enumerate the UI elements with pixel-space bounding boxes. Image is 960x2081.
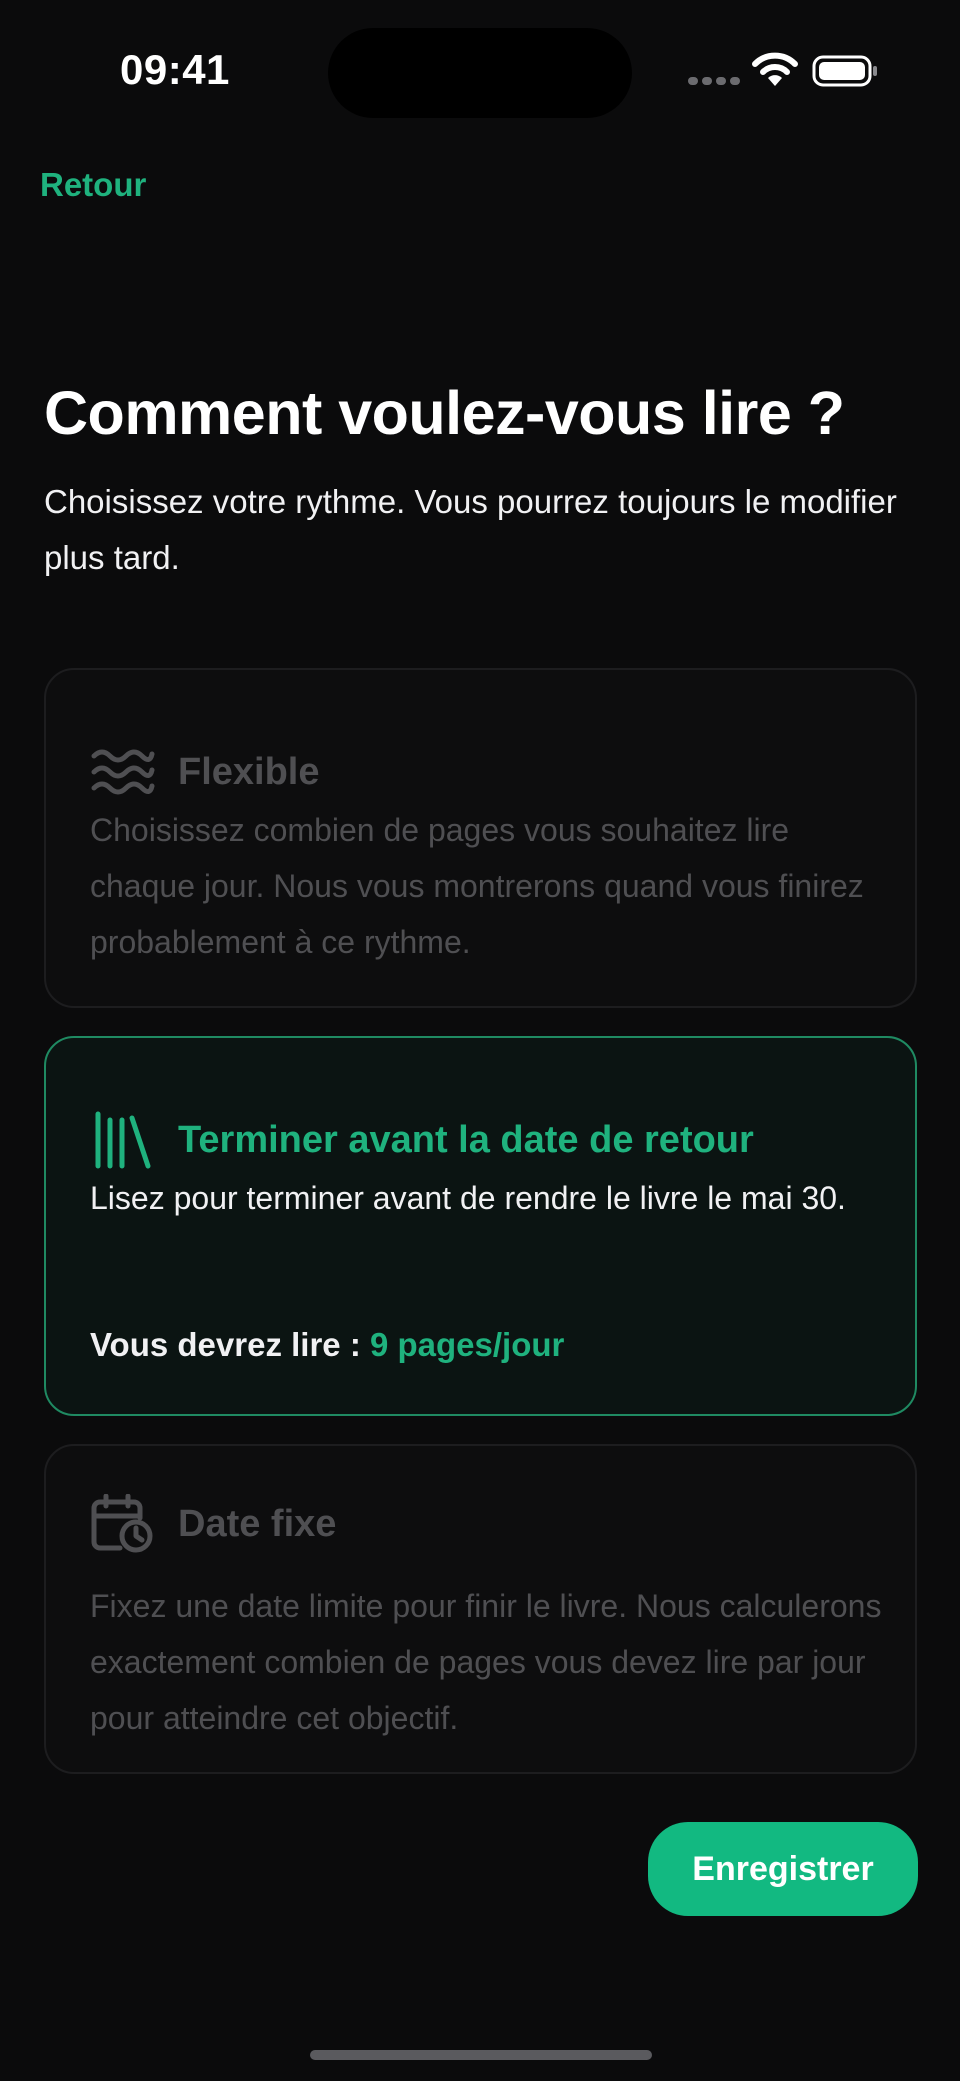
need-label: Vous devrez lire : <box>90 1326 370 1363</box>
home-indicator[interactable] <box>310 2050 652 2060</box>
reading-pace-screen: 09:41 Retour Comment voulez-vous lire ? … <box>0 0 960 2081</box>
option-card-flexible[interactable]: Flexible Choisissez combien de pages vou… <box>44 668 917 1008</box>
page-subtitle: Choisissez votre rythme. Vous pourrez to… <box>44 483 897 576</box>
status-time: 09:41 <box>120 46 230 93</box>
option-description: Choisissez combien de pages vous souhait… <box>90 812 864 960</box>
option-title: Terminer avant la date de retour <box>178 1118 754 1161</box>
back-button[interactable]: Retour <box>40 166 146 204</box>
option-header: Flexible <box>90 742 320 802</box>
dynamic-island <box>328 28 632 118</box>
option-title: Flexible <box>178 750 320 793</box>
pages-per-day-value: 9 pages/jour <box>369 1326 565 1363</box>
wifi-icon <box>752 52 798 86</box>
option-header: Terminer avant la date de retour <box>90 1110 754 1170</box>
save-button[interactable]: Enregistrer <box>648 1822 918 1916</box>
option-header: Date fixe <box>90 1494 336 1554</box>
calendar-clock-icon <box>91 1494 153 1553</box>
option-card-due-date[interactable]: Terminer avant la date de retour Lisez p… <box>44 1036 917 1416</box>
option-description: Lisez pour terminer avant de rendre le l… <box>90 1180 846 1216</box>
page-title: Comment voulez-vous lire ? <box>44 379 845 447</box>
books-icon <box>95 1111 151 1169</box>
option-title: Date fixe <box>178 1502 337 1545</box>
option-card-fixed-date[interactable]: Date fixe Fixez une date limite pour fin… <box>44 1444 917 1774</box>
waves-icon <box>91 749 155 795</box>
pages-per-day-summary: Vous devrez lire : 9 pages/jour <box>90 1326 564 1364</box>
option-description: Fixez une date limite pour finir le livr… <box>90 1588 882 1736</box>
battery-icon <box>812 55 877 87</box>
